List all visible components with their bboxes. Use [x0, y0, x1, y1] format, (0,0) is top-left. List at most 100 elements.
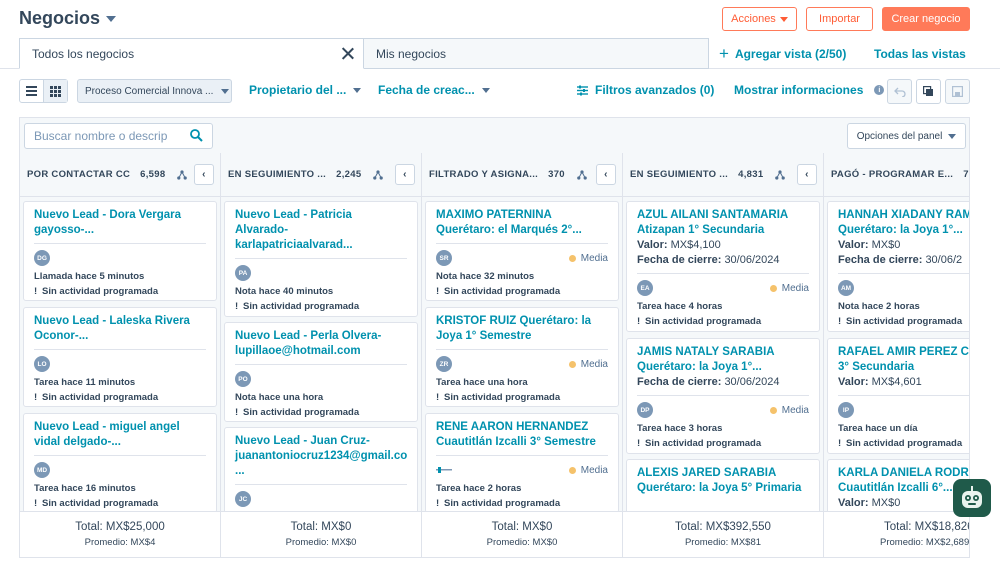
search-icon[interactable]: [190, 129, 203, 142]
deal-card[interactable]: Nuevo Lead - Laleska Rivera Oconor-... L…: [23, 307, 217, 407]
last-activity: Nota hace 2 horas: [838, 301, 920, 312]
next-activity: ! Sin actividad programada: [34, 496, 206, 511]
last-activity: Tarea hace 2 horas: [436, 483, 522, 494]
all-views-link[interactable]: Todas las vistas: [874, 38, 966, 69]
close-icon[interactable]: [341, 47, 354, 60]
average-amount: Promedio: MX$81: [684, 537, 762, 548]
automation-icon[interactable]: [373, 169, 384, 180]
divider: [637, 395, 809, 396]
divider: [637, 273, 809, 274]
priority-badge: Media: [568, 465, 608, 476]
priority-badge: Media: [769, 405, 809, 416]
create-deal-button[interactable]: Crear negocio: [882, 7, 970, 31]
tab-my-deals[interactable]: Mis negocios: [364, 38, 709, 69]
created-date-filter[interactable]: Fecha de creac...: [378, 83, 490, 97]
deal-name-link[interactable]: RAFAEL AMIR PEREZ C 3° Secundaria: [838, 345, 969, 375]
collapse-column-button[interactable]: ‹: [596, 164, 616, 185]
pipeline-select[interactable]: Proceso Comercial Innova ...: [77, 79, 232, 103]
close-date-label: Fecha de cierre:: [637, 254, 722, 266]
divider: [235, 484, 407, 485]
collapse-column-button[interactable]: ‹: [194, 164, 214, 185]
total-amount: Total: MX$0: [491, 521, 553, 533]
priority-badge: Media: [769, 282, 809, 294]
priority-badge: Media: [568, 359, 608, 370]
actions-button-label: Acciones: [731, 13, 776, 25]
tab-all-deals[interactable]: Todos los negocios: [19, 38, 364, 69]
divider: [436, 349, 608, 350]
deal-name-link[interactable]: Nuevo Lead - Dora Vergara gayosso-...: [34, 208, 206, 238]
card-meta: EA Media: [637, 279, 809, 297]
view-toggle: [19, 79, 68, 103]
close-date-label: Fecha de cierre:: [838, 254, 923, 266]
duplicate-button[interactable]: [916, 79, 941, 104]
deal-card[interactable]: Nuevo Lead - Patricia Alvarado- karlapat…: [224, 201, 418, 317]
last-activity: Tarea hace 11 minutos: [34, 377, 136, 388]
deal-name-link[interactable]: Nuevo Lead - Patricia Alvarado- karlapat…: [235, 208, 407, 253]
deal-card[interactable]: Nuevo Lead - Dora Vergara gayosso-... DG…: [23, 201, 217, 301]
next-activity-text: Sin actividad programada: [645, 316, 762, 327]
avatar: IP: [838, 402, 854, 418]
list-view-icon[interactable]: [20, 80, 43, 102]
add-view-label: Agregar vista (2/50): [734, 46, 847, 61]
deal-card[interactable]: JAMIS NATALY SARABIA Querétaro: la Joya …: [626, 338, 820, 454]
deal-name-link[interactable]: MAXIMO PATERNINA Querétaro: el Marqués 2…: [436, 208, 608, 238]
import-button[interactable]: Importar: [806, 7, 873, 31]
alert-icon: !: [235, 301, 239, 312]
chevron-down-icon: [779, 16, 788, 22]
undo-button[interactable]: [887, 79, 912, 104]
owner-filter[interactable]: Propietario del ...: [249, 83, 362, 97]
divider: [436, 243, 608, 244]
automation-icon[interactable]: [775, 169, 786, 180]
actions-button[interactable]: Acciones: [722, 7, 797, 31]
close-date-value: 30/06/2: [925, 254, 963, 266]
avatar: MD: [34, 462, 50, 478]
priority-label: Media: [781, 282, 809, 294]
deal-value-amount: MX$4,601: [871, 376, 922, 388]
deal-name-link[interactable]: KARLA DANIELA RODR Cuautitlán Izcalli 6°…: [838, 466, 969, 496]
deal-card[interactable]: HANNAH XIADANY RAM Querétaro: la Joya 1°…: [827, 201, 969, 332]
chatbot-launcher[interactable]: [953, 479, 991, 517]
add-view-link[interactable]: + Agregar vista (2/50): [719, 38, 846, 69]
deal-name-link[interactable]: Nuevo Lead - Perla Olvera- lupillaoe@hot…: [235, 329, 407, 359]
last-activity: Tarea hace un día: [838, 423, 918, 434]
automation-icon[interactable]: [577, 169, 587, 180]
deal-card[interactable]: KRISTOF RUIZ Querétaro: la Joya 1° Semes…: [425, 307, 619, 407]
advanced-filters-button[interactable]: Filtros avanzados (0): [577, 83, 714, 97]
panel-options-button[interactable]: Opciones del panel: [847, 123, 966, 149]
deal-name-link[interactable]: Nuevo Lead - miguel angel vidal delgado-…: [34, 420, 206, 450]
column-count: 7: [963, 169, 969, 180]
collapse-column-button[interactable]: ‹: [797, 164, 817, 185]
priority-badge: Media: [568, 253, 608, 264]
deal-card[interactable]: Nuevo Lead - miguel angel vidal delgado-…: [23, 413, 217, 513]
alert-icon: !: [838, 438, 842, 449]
deal-name-link[interactable]: HANNAH XIADANY RAM Querétaro: la Joya 1°…: [838, 208, 969, 238]
deal-name-link[interactable]: RENE AARON HERNANDEZ Cuautitlán Izcalli …: [436, 420, 608, 450]
collapse-column-button[interactable]: ‹: [395, 164, 415, 185]
divider: [838, 395, 969, 396]
alert-icon: !: [34, 392, 38, 403]
next-activity: ! Sin actividad programada: [235, 405, 407, 420]
deal-name-link[interactable]: ALEXIS JARED SARABIA Querétaro: la Joya …: [637, 466, 809, 496]
deal-card[interactable]: MAXIMO PATERNINA Querétaro: el Marqués 2…: [425, 201, 619, 301]
search-box[interactable]: [24, 123, 213, 149]
automation-icon[interactable]: [177, 169, 188, 180]
deal-name-link[interactable]: Nuevo Lead - Juan Cruz- juanantoniocruz1…: [235, 434, 407, 479]
board-view-icon[interactable]: [43, 80, 67, 102]
avatar: DG: [34, 250, 50, 266]
deal-value-label: Valor:: [637, 239, 668, 251]
deal-card[interactable]: RAFAEL AMIR PEREZ C 3° Secundaria Valor:…: [827, 338, 969, 454]
save-view-button[interactable]: [945, 79, 970, 104]
average-amount: Promedio: MX$0: [285, 537, 357, 548]
deal-card[interactable]: Nuevo Lead - Perla Olvera- lupillaoe@hot…: [224, 322, 418, 422]
page-title[interactable]: Negocios: [19, 8, 117, 29]
average-amount: Promedio: MX$4: [84, 537, 156, 548]
search-input[interactable]: [25, 124, 175, 148]
avatar: JC: [235, 491, 251, 507]
deal-card[interactable]: AZUL AILANI SANTAMARIA Atizapan 1° Secun…: [626, 201, 820, 332]
show-info-button[interactable]: Mostrar informaciones i: [734, 83, 885, 97]
deal-name-link[interactable]: JAMIS NATALY SARABIA Querétaro: la Joya …: [637, 345, 809, 375]
deal-name-link[interactable]: AZUL AILANI SANTAMARIA Atizapan 1° Secun…: [637, 208, 809, 238]
deal-name-link[interactable]: KRISTOF RUIZ Querétaro: la Joya 1° Semes…: [436, 314, 608, 344]
deal-card[interactable]: RENE AARON HERNANDEZ Cuautitlán Izcalli …: [425, 413, 619, 513]
deal-name-link[interactable]: Nuevo Lead - Laleska Rivera Oconor-...: [34, 314, 206, 344]
